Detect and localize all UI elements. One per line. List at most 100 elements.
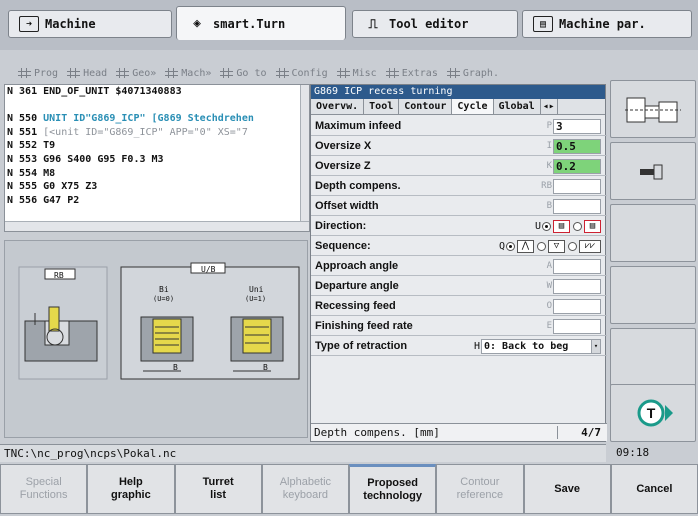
cycle-dialog: G869 ICP recess turning Overvw. Tool Con… bbox=[310, 84, 607, 442]
alphabetic-keyboard-softkey[interactable]: Alphabetic keyboard bbox=[261, 464, 349, 514]
depth-compens-input[interactable] bbox=[553, 178, 601, 194]
retraction-type-value: 0: Back to beg bbox=[484, 340, 569, 352]
sequence-option-3[interactable]: ⩗⩗ bbox=[568, 239, 601, 253]
program-line[interactable]: N 554 M8 bbox=[5, 167, 309, 181]
program-editor[interactable]: N 361 END_OF_UNIT $4071340883 N 550 UNIT… bbox=[4, 84, 310, 232]
teach-softkey[interactable]: T bbox=[610, 384, 696, 442]
field-address: B bbox=[546, 201, 552, 211]
program-line[interactable]: N 551 [<unit ID="G869_ICP" APP="0" XS="7 bbox=[5, 126, 309, 140]
clock: 09:18 bbox=[616, 446, 650, 459]
recessing-feed-input[interactable] bbox=[553, 298, 601, 314]
program-line[interactable]: N 552 T9 bbox=[5, 139, 309, 153]
tab-contour[interactable]: Contour bbox=[399, 99, 453, 114]
tab-tool-editor[interactable]: ⎍ Tool editor bbox=[352, 10, 518, 38]
tab-machine[interactable]: ➜ Machine bbox=[8, 10, 172, 38]
field-label: Maximum infeed bbox=[315, 120, 402, 132]
tool-holder-icon bbox=[640, 164, 663, 180]
program-horizontal-scrollbar[interactable] bbox=[5, 221, 309, 231]
arrow-right-icon: ➜ bbox=[19, 16, 39, 32]
program-line[interactable]: N 553 G96 S400 G95 F0.3 M3 bbox=[5, 153, 309, 167]
empty-softkey-4[interactable] bbox=[610, 266, 696, 324]
field-row-departure-angle: Departure angle W bbox=[311, 277, 607, 296]
tab-global[interactable]: Global bbox=[494, 99, 541, 114]
field-address: RB bbox=[541, 181, 552, 191]
tab-smart-turn[interactable]: ◈ smart.Turn bbox=[176, 6, 346, 40]
line-text: G96 S400 G95 F0.3 M3 bbox=[43, 153, 164, 165]
departure-angle-input[interactable] bbox=[553, 278, 601, 294]
tab-overview[interactable]: Overvw. bbox=[311, 99, 365, 114]
field-row-direction: Direction: U ▤ ▤ bbox=[311, 217, 607, 236]
program-line[interactable]: N 361 END_OF_UNIT $4071340883 bbox=[5, 85, 309, 99]
tab-machine-par[interactable]: ▤ Machine par. bbox=[522, 10, 692, 38]
tool-graphic-softkey[interactable] bbox=[610, 142, 696, 200]
line-text: END_OF_UNIT $4071340883 bbox=[43, 86, 182, 97]
line-number: N 361 bbox=[7, 86, 38, 97]
radio-unselected[interactable] bbox=[573, 221, 582, 231]
field-row-depth-compens: Depth compens. RB bbox=[311, 177, 607, 196]
oversize-x-input[interactable]: 0.5 bbox=[553, 138, 601, 154]
finishing-feed-rate-input[interactable] bbox=[553, 318, 601, 334]
proposed-technology-softkey[interactable]: Proposed technology bbox=[349, 464, 437, 514]
field-label: Direction: bbox=[315, 220, 367, 232]
field-row-type-of-retraction: Type of retraction H 0: Back to beg ▾ bbox=[311, 337, 607, 356]
menu-config[interactable]: Config bbox=[275, 68, 328, 79]
direction-option-uni[interactable]: ▤ bbox=[573, 219, 601, 233]
menu-mach[interactable]: Mach» bbox=[165, 68, 211, 79]
b-label-bi: B bbox=[173, 363, 178, 372]
radio-unselected[interactable] bbox=[568, 241, 577, 251]
program-line[interactable]: N 550 UNIT ID"G869_ICP" [G869 Stechdrehe… bbox=[5, 112, 309, 126]
offset-width-input[interactable] bbox=[553, 198, 601, 214]
special-functions-softkey[interactable]: Special Functions bbox=[0, 464, 88, 514]
field-address: U bbox=[534, 220, 541, 232]
turret-list-softkey[interactable]: Turret list bbox=[174, 464, 262, 514]
empty-softkey-3[interactable] bbox=[610, 204, 696, 262]
bi-label: Bi bbox=[159, 285, 169, 294]
tab-tool[interactable]: Tool bbox=[364, 99, 400, 114]
direction-option-bi[interactable]: ▤ bbox=[542, 219, 570, 233]
menu-graph[interactable]: Graph. bbox=[446, 68, 499, 79]
radio-selected[interactable] bbox=[506, 241, 515, 251]
menu-goto[interactable]: Go to bbox=[220, 67, 267, 79]
vertical-softkeys: T bbox=[606, 80, 698, 442]
program-line[interactable]: N 556 G47 P2 bbox=[5, 194, 309, 208]
program-line[interactable] bbox=[5, 99, 309, 113]
sequence-option-1[interactable]: ⋀ bbox=[506, 239, 534, 253]
menu-mach-label: Mach» bbox=[181, 67, 212, 79]
menu-misc[interactable]: Misc bbox=[336, 68, 377, 79]
cancel-button[interactable]: Cancel bbox=[610, 464, 698, 514]
line-number: N 552 bbox=[7, 140, 38, 152]
dialog-status-bar: Depth compens. [mm] 4/7 bbox=[311, 423, 607, 441]
menu-extras[interactable]: Extras bbox=[385, 68, 438, 79]
chevron-down-icon[interactable]: ▾ bbox=[591, 339, 600, 353]
field-row-finishing-feed-rate: Finishing feed rate E bbox=[311, 317, 607, 336]
contour-view-softkey[interactable] bbox=[610, 80, 696, 138]
empty-softkey-5[interactable] bbox=[610, 328, 696, 386]
menu-prog[interactable]: Prog bbox=[18, 68, 58, 79]
maximum-infeed-input[interactable]: 3 bbox=[553, 118, 601, 134]
menu-head[interactable]: Head bbox=[67, 68, 107, 79]
help-graphic-softkey[interactable]: Help graphic bbox=[87, 464, 175, 514]
field-label: Finishing feed rate bbox=[315, 320, 413, 332]
tab-scroll-arrows[interactable]: ◂▸ bbox=[541, 99, 558, 114]
approach-angle-input[interactable] bbox=[553, 258, 601, 274]
contour-reference-softkey[interactable]: Contour reference bbox=[436, 464, 524, 514]
mode-tab-bar: ➜ Machine ◈ smart.Turn ⎍ Tool editor ▤ M… bbox=[0, 0, 698, 50]
menu-geo[interactable]: Geo» bbox=[116, 68, 156, 79]
field-row-oversize-z: Oversize Z K 0.2 bbox=[311, 157, 607, 176]
t-circle-icon: T bbox=[637, 399, 673, 427]
program-line[interactable]: N 555 G0 X75 Z3 bbox=[5, 180, 309, 194]
program-vertical-scrollbar[interactable] bbox=[300, 85, 309, 223]
uni-label: Uni bbox=[249, 285, 264, 294]
line-text: G47 P2 bbox=[43, 194, 80, 206]
horizontal-softkeys: Special Functions Help graphic Turret li… bbox=[0, 464, 698, 516]
field-label: Approach angle bbox=[315, 260, 399, 272]
oversize-z-input[interactable]: 0.2 bbox=[553, 158, 601, 174]
field-address: P bbox=[546, 121, 552, 131]
save-button[interactable]: Save bbox=[523, 464, 611, 514]
radio-unselected[interactable] bbox=[537, 241, 546, 251]
retraction-type-select[interactable]: 0: Back to beg ▾ bbox=[481, 338, 601, 354]
sequence-option-2[interactable]: ▽ bbox=[537, 239, 565, 253]
tab-cycle[interactable]: Cycle bbox=[452, 99, 494, 114]
radio-selected[interactable] bbox=[542, 221, 551, 231]
menu-goto-label: Go to bbox=[236, 67, 267, 79]
